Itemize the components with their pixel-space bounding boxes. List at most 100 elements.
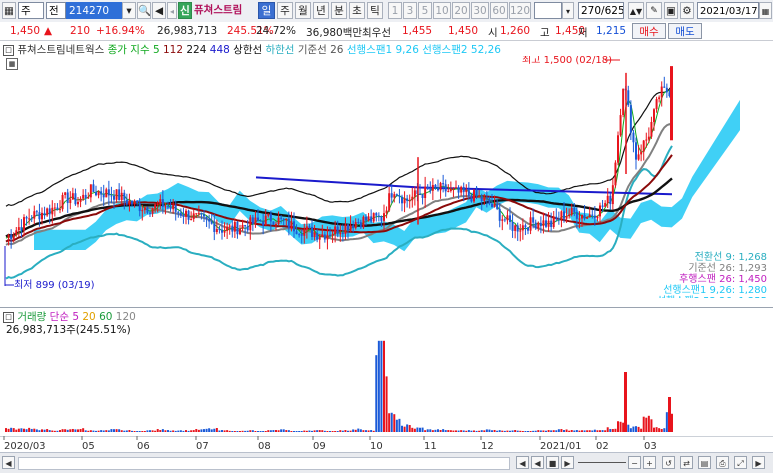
sell-button[interactable]: 매도 (668, 23, 702, 39)
period-month[interactable]: 월 (295, 2, 311, 19)
volume-bar (426, 429, 429, 432)
info-button[interactable]: 신 (178, 2, 192, 19)
sound-icon[interactable]: ◀ (152, 2, 166, 19)
candle-body (115, 189, 118, 200)
volume-bar (71, 428, 74, 432)
minute-10[interactable]: 10 (433, 2, 451, 19)
candle-body (421, 194, 424, 198)
volume-bar (187, 430, 190, 432)
code-dropdown-icon[interactable]: ▾ (122, 2, 136, 19)
candle-body (552, 216, 555, 228)
price-chart[interactable]: 최고 1,500 (02/18) 최저 899 (03/19) 전환선 9: 1… (0, 56, 773, 298)
x-tick-label: 08 (258, 441, 271, 452)
chart-scrollbar[interactable]: ◀ ◀ ◀ ■ ▶ − + ↺ ⇄ ▤ ⎙ ⤢ ▶ (0, 452, 773, 473)
period-minute[interactable]: 분 (331, 2, 347, 19)
volume-bar (444, 430, 447, 432)
candle-body (272, 221, 275, 225)
legend-stock-name[interactable]: 퓨쳐스트림네트웍스 (17, 44, 104, 56)
legend-span2[interactable]: 선행스팬2 52,26 (422, 44, 501, 56)
period-day[interactable]: 일 (258, 2, 275, 19)
save-icon[interactable]: ▣ (664, 2, 678, 19)
count-display[interactable]: 270/625 (578, 2, 624, 19)
volume-bar (377, 340, 380, 432)
zoom-in-icon[interactable]: + (643, 456, 656, 469)
volume-bar (629, 428, 632, 432)
legend-upper-limit[interactable]: 상한선 (233, 44, 262, 56)
minute-120[interactable]: 120 (509, 2, 531, 19)
scroll-stop-button[interactable]: ■ (546, 456, 559, 469)
volume-chart[interactable] (0, 336, 773, 436)
layout-icon[interactable]: ▤ (698, 456, 711, 469)
mode-select[interactable]: 전 (46, 2, 66, 19)
sync-icon[interactable]: ⇄ (680, 456, 693, 469)
minute-1[interactable]: 1 (388, 2, 402, 19)
scroll-next-button[interactable]: ▶ (561, 456, 574, 469)
fullscreen-icon[interactable]: ⤢ (734, 456, 747, 469)
legend-ma224[interactable]: 224 (186, 44, 206, 56)
legend-lower-limit[interactable]: 하한선 (265, 44, 294, 56)
scroll-left-button[interactable]: ◀ (2, 456, 15, 469)
candle-body (226, 226, 229, 231)
chart-type-icon[interactable]: ▦ (2, 2, 16, 19)
minute-30[interactable]: 30 (471, 2, 489, 19)
custom-period-input[interactable] (534, 2, 562, 19)
volume-bar (370, 430, 373, 432)
panel-divider[interactable] (0, 307, 773, 308)
scroll-right-button[interactable]: ▶ (752, 456, 765, 469)
code-input[interactable]: 214270 (66, 2, 122, 19)
scroll-prev-button[interactable]: ◀ (531, 456, 544, 469)
minute-5[interactable]: 5 (418, 2, 432, 19)
volume-bar (640, 428, 643, 432)
date-input[interactable]: 2021/03/17 (697, 2, 759, 19)
scroll-track[interactable] (18, 457, 510, 470)
volume-bar (25, 429, 28, 432)
volume-bar (10, 427, 13, 432)
minute-3[interactable]: 3 (403, 2, 417, 19)
legend-ma448[interactable]: 448 (210, 44, 230, 56)
candle-body (223, 230, 226, 233)
period-year[interactable]: 년 (313, 2, 329, 19)
candle-body (190, 219, 193, 221)
calendar-icon[interactable]: ▦ (759, 2, 772, 19)
search-icon[interactable]: 🔍 (137, 2, 151, 19)
candle-body (69, 199, 72, 204)
minute-20[interactable]: 20 (452, 2, 470, 19)
view-reset-icon[interactable]: ↺ (662, 456, 675, 469)
legend-base-line[interactable]: 기준선 26 (298, 44, 344, 56)
candle-body (581, 214, 583, 219)
volume-bar (177, 430, 180, 432)
settings-icon[interactable]: ⚙ (680, 2, 694, 19)
volume-bar (15, 429, 18, 432)
print-icon[interactable]: ⎙ (716, 456, 729, 469)
scroll-start-button[interactable]: ◀ (516, 456, 529, 469)
market-select[interactable]: 주 (18, 2, 44, 19)
volume-bar (246, 430, 249, 432)
candle-body (380, 216, 383, 221)
volume-bar (61, 429, 64, 432)
period-second[interactable]: 초 (349, 2, 365, 19)
indicator-icon[interactable]: ▲▼ (628, 2, 644, 19)
period-tick[interactable]: 틱 (367, 2, 383, 19)
legend-ma5[interactable]: 종가 지수 5 (108, 44, 160, 56)
period-week[interactable]: 주 (277, 2, 293, 19)
candle-body (146, 207, 149, 213)
volume-bar (161, 429, 164, 432)
buy-button[interactable]: 매수 (632, 23, 666, 39)
volume-bar (259, 431, 262, 432)
tools-icon[interactable]: ✎ (646, 2, 662, 19)
zoom-out-icon[interactable]: − (628, 456, 641, 469)
period-dropdown-icon[interactable]: ▾ (562, 2, 574, 19)
best-bid: 1,450 (448, 25, 479, 37)
volume-bar (149, 430, 151, 432)
candle-body (64, 192, 67, 195)
legend-settings-icon[interactable]: □ (3, 44, 14, 56)
legend-ma112[interactable]: 112 (163, 44, 183, 56)
minute-60[interactable]: 60 (490, 2, 508, 19)
volume-settings-icon[interactable]: □ (3, 311, 14, 323)
legend-span1[interactable]: 선행스팬1 9,26 (347, 44, 419, 56)
candle-body (403, 198, 406, 204)
scroll-left-icon[interactable]: ◂ (167, 2, 177, 19)
zoom-slider[interactable] (578, 462, 626, 463)
volume-bar (568, 430, 571, 432)
candle-body (107, 189, 110, 196)
